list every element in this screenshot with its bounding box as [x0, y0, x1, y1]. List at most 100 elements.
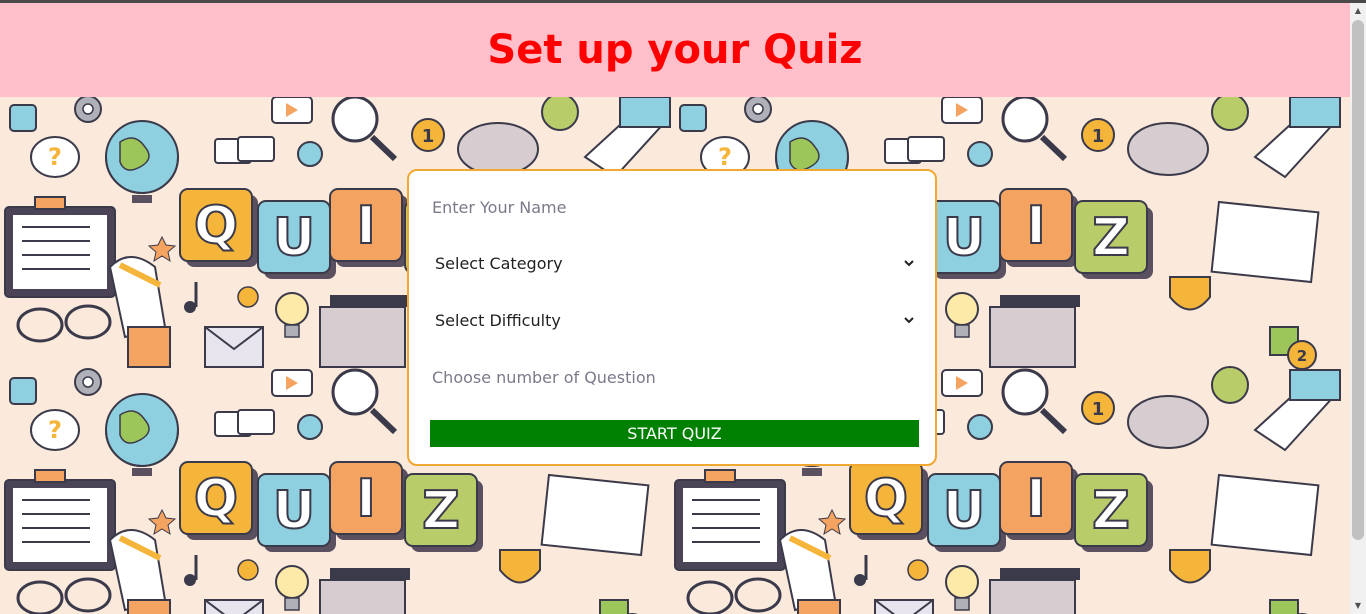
gear-hole: [752, 103, 764, 115]
music-note-icon: [854, 574, 866, 586]
lightbulb-base: [284, 324, 300, 338]
question-mark: ?: [48, 416, 62, 444]
category-select-value: Select Category: [435, 253, 563, 273]
glasses-icon: [686, 580, 734, 614]
magnifier-icon: [331, 368, 379, 416]
puzzle-icon: [1269, 599, 1299, 614]
smiley-icon: [237, 559, 259, 581]
medal-number: 2: [1297, 347, 1307, 365]
letter-tile-label: I: [1026, 469, 1045, 529]
brain-icon: [457, 122, 539, 176]
chat-icon-2: [237, 409, 275, 435]
magnifier-icon: [1001, 97, 1049, 143]
clipboard-clip: [704, 469, 736, 483]
lightbulb-base: [284, 597, 300, 611]
medal-number: 1: [422, 126, 435, 147]
clapper-top: [1000, 568, 1080, 580]
page-header: Set up your Quiz: [0, 3, 1350, 97]
chevron-down-icon: [904, 260, 914, 267]
scroll-down-icon[interactable]: ▼: [1352, 600, 1364, 612]
globe-stand: [802, 468, 822, 476]
sleeve: [127, 599, 171, 614]
letter-tile-label: I: [356, 469, 375, 529]
hand-icon: [108, 256, 167, 339]
clipboard-clip: [34, 196, 66, 210]
letter-tile-label: Z: [1092, 208, 1130, 268]
medal-number: 1: [1092, 399, 1105, 420]
difficulty-select-value: Select Difficulty: [435, 310, 561, 330]
globe-stand: [132, 468, 152, 476]
letter-tile-label: Q: [194, 469, 238, 529]
brain-icon: [1127, 395, 1209, 449]
hand-icon: [778, 529, 837, 612]
letter-tile-label: Q: [864, 469, 908, 529]
puzzle-icon: [599, 599, 629, 614]
name-input[interactable]: [430, 188, 920, 226]
hand-icon: [108, 529, 167, 612]
scrollbar-thumb[interactable]: [1352, 20, 1364, 540]
thumbs-up-icon: [679, 104, 707, 132]
clapper-top: [330, 295, 410, 307]
magnifier-icon: [331, 97, 379, 143]
letter-tile-label: U: [273, 208, 315, 268]
medal-number: 1: [1092, 126, 1105, 147]
thumbs-up-icon: [9, 104, 37, 132]
lightbulb-icon: [945, 565, 979, 599]
glasses-icon: [16, 580, 64, 614]
sleeve: [797, 599, 841, 614]
clapper-top: [1000, 295, 1080, 307]
question-count-input[interactable]: [430, 358, 920, 396]
lightbulb-base: [954, 597, 970, 611]
sleeve: [127, 326, 171, 368]
glasses-lens: [734, 577, 782, 613]
music-note-icon: [184, 574, 196, 586]
gear-hole: [82, 376, 94, 388]
lightbulb-icon: [275, 565, 309, 599]
clock-icon: [1211, 366, 1249, 404]
smiley-icon: [907, 559, 929, 581]
scroll-up-icon[interactable]: ▲: [1352, 5, 1364, 17]
gear-hole: [82, 103, 94, 115]
clapper-top: [330, 568, 410, 580]
gear-icon: [297, 414, 323, 440]
paper-icon: [1210, 473, 1320, 557]
category-select[interactable]: Select Category: [430, 244, 920, 282]
clipboard-clip: [34, 469, 66, 483]
glasses-icon: [16, 307, 64, 343]
magnifier-icon: [1001, 368, 1049, 416]
paper-icon: [540, 473, 650, 557]
chevron-down-icon: [904, 317, 914, 324]
letter-tile-label: Z: [1092, 481, 1130, 541]
lightbulb-base: [954, 324, 970, 338]
magnifier-handle: [369, 134, 398, 162]
sleeve-blue: [1289, 369, 1341, 401]
letter-tile-label: Z: [422, 481, 460, 541]
letter-tile-label: I: [356, 196, 375, 256]
trophy-icon: [499, 549, 541, 584]
star-icon: [147, 235, 177, 263]
clapperboard-icon: [989, 579, 1076, 614]
gear-icon: [967, 141, 993, 167]
music-note-icon: [184, 301, 196, 313]
question-mark: ?: [718, 143, 732, 171]
page-title: Set up your Quiz: [487, 27, 863, 73]
trophy-icon: [1169, 276, 1211, 311]
difficulty-select[interactable]: Select Difficulty: [430, 301, 920, 339]
lightbulb-icon: [275, 292, 309, 326]
magnifier-handle: [369, 407, 398, 435]
clock-icon: [541, 97, 579, 131]
brain-icon: [1127, 122, 1209, 176]
quiz-setup-form: Select Category Select Difficulty START …: [407, 169, 937, 466]
paper-icon: [1210, 200, 1320, 284]
start-quiz-button[interactable]: START QUIZ: [430, 420, 919, 447]
letter-tile-label: U: [273, 481, 315, 541]
glasses-lens: [64, 304, 112, 340]
gear-icon: [967, 414, 993, 440]
letter-tile-label: Q: [194, 196, 238, 256]
magnifier-handle: [1039, 134, 1068, 162]
trophy-icon: [1169, 549, 1211, 584]
glasses-lens: [64, 577, 112, 613]
thumbs-up-icon: [9, 377, 37, 405]
sleeve-blue: [619, 97, 671, 128]
globe-stand: [132, 195, 152, 203]
